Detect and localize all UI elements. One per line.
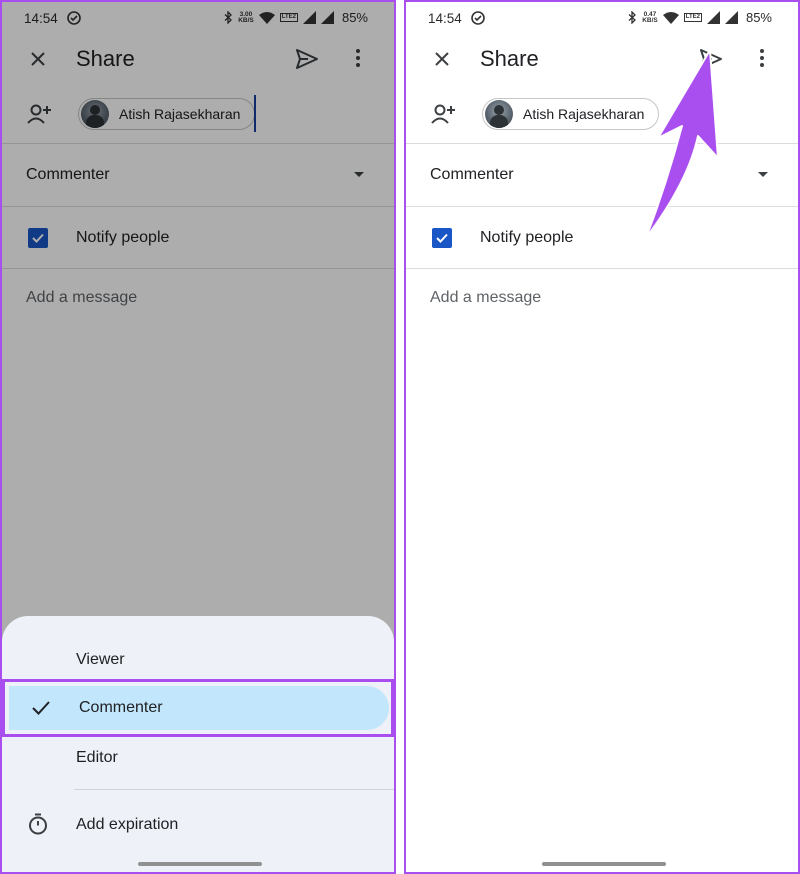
- option-editor[interactable]: Editor: [76, 749, 118, 767]
- left-screen: 14:54 3.00 KB/S LTE2 85% Share Atish Raja…: [0, 0, 396, 874]
- checkbox-icon[interactable]: [432, 228, 452, 248]
- network-speed: 0.47 KB/S: [642, 10, 658, 24]
- check-icon: [32, 701, 50, 715]
- arrow-annotation-icon: [645, 49, 719, 239]
- role-label: Commenter: [430, 166, 514, 183]
- sync-check-icon: [471, 11, 485, 25]
- notify-row[interactable]: Notify people: [406, 207, 798, 269]
- option-commenter[interactable]: Commenter: [9, 686, 389, 730]
- avatar: [485, 100, 513, 128]
- signal-icon: [706, 11, 720, 24]
- divider: [74, 789, 394, 790]
- signal-icon: [724, 11, 738, 24]
- divider: [406, 268, 798, 269]
- timer-icon: [29, 813, 47, 835]
- role-dropdown[interactable]: Commenter: [406, 144, 798, 206]
- highlight-box: Commenter: [2, 679, 394, 737]
- battery-level: 85%: [745, 10, 772, 25]
- notify-label: Notify people: [480, 229, 574, 246]
- role-bottom-sheet: Viewer Commenter Editor Add expiration: [2, 616, 394, 872]
- more-vert-icon[interactable]: [750, 46, 774, 70]
- nav-gesture-bar: [138, 862, 262, 866]
- recipients-row[interactable]: Atish Rajasekharan: [406, 90, 798, 138]
- nav-gesture-bar: [542, 862, 666, 866]
- recipient-chip[interactable]: Atish Rajasekharan: [482, 98, 660, 130]
- bluetooth-icon: [628, 11, 637, 24]
- status-time: 14:54: [428, 11, 462, 26]
- page-title: Share: [480, 46, 539, 71]
- close-icon[interactable]: [430, 47, 454, 71]
- right-screen: 14:54 0.47 KB/S LTE2 85% Share Atish Raja…: [404, 0, 800, 874]
- dropdown-caret-icon: [758, 172, 768, 177]
- wifi-icon: [662, 11, 679, 24]
- add-expiration-button[interactable]: Add expiration: [76, 816, 178, 834]
- top-app-bar: Share: [406, 36, 798, 82]
- recipient-name: Atish Rajasekharan: [523, 106, 645, 122]
- option-commenter-label: Commenter: [79, 699, 163, 716]
- person-add-icon[interactable]: [430, 102, 456, 126]
- network-type: LTE2: [683, 13, 702, 22]
- option-viewer[interactable]: Viewer: [76, 651, 125, 669]
- message-input[interactable]: Add a message: [430, 289, 541, 307]
- status-bar: 14:54 0.47 KB/S LTE2 85%: [406, 2, 798, 36]
